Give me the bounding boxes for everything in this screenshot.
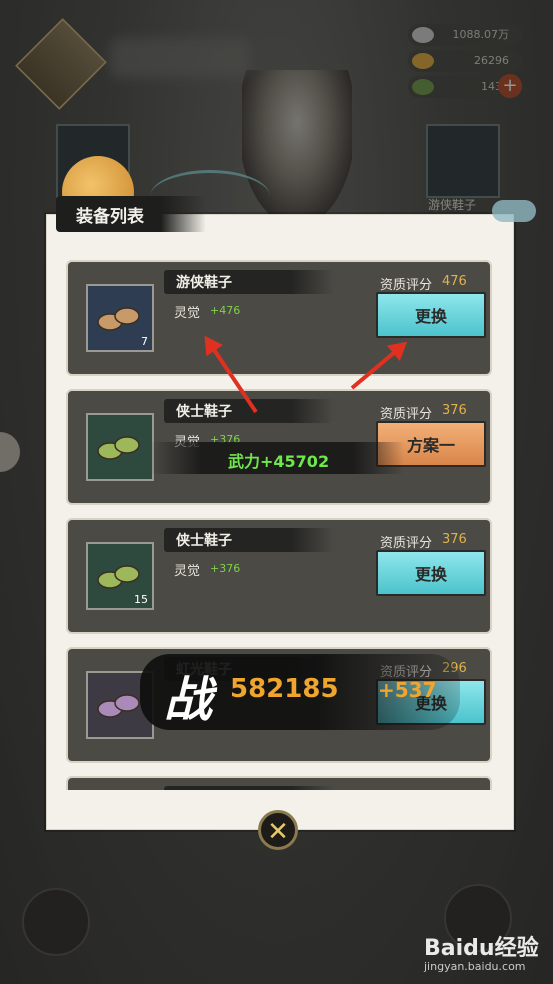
- item-name: 虹光鞋子: [176, 788, 232, 790]
- power-toast: 武力+45702: [150, 442, 404, 474]
- watermark-url: jingyan.baidu.com: [424, 960, 526, 973]
- watermark-logo: Baidu经验: [424, 936, 539, 961]
- item-count: 7: [141, 335, 148, 348]
- item-score: 376: [442, 532, 467, 547]
- item-name: 游侠鞋子: [176, 275, 232, 291]
- item-icon-frame[interactable]: 7: [86, 284, 154, 352]
- item-icon-frame[interactable]: [86, 413, 154, 481]
- equipment-card[interactable]: 虹光鞋子 资质评分 296: [66, 776, 492, 790]
- battle-power-value: 582185: [230, 674, 339, 704]
- dialog-title: 装备列表: [76, 207, 144, 227]
- score-label: 资质评分: [380, 536, 433, 551]
- equipment-card[interactable]: 侠士鞋子 资质评分 376 15 灵觉 +376 更换: [66, 518, 492, 634]
- item-score: 376: [442, 403, 467, 418]
- action-button[interactable]: 更换: [376, 292, 486, 338]
- item-score: 476: [442, 274, 467, 289]
- item-name: 侠士鞋子: [176, 533, 232, 549]
- attr-label: 灵觉: [174, 564, 201, 579]
- cloud-decoration: [492, 200, 536, 222]
- shoe-icon: [97, 307, 140, 331]
- battle-power-delta: +537: [378, 678, 437, 702]
- score-label: 资质评分: [380, 407, 433, 422]
- attr-bonus: +476: [210, 304, 241, 317]
- action-button[interactable]: 更换: [376, 550, 486, 596]
- close-button[interactable]: ✕: [258, 810, 298, 850]
- attr-bonus: +376: [210, 562, 241, 575]
- equipment-card[interactable]: 游侠鞋子 资质评分 476 7 灵觉 +476 更换: [66, 260, 492, 376]
- shoe-icon: [97, 694, 140, 718]
- battle-power-popup: 战 582185 +537: [140, 654, 460, 730]
- attr-label: 灵觉: [174, 306, 201, 321]
- score-label: 资质评分: [380, 278, 433, 293]
- shoe-icon: [97, 436, 140, 460]
- power-toast-text: 武力+45702: [228, 452, 330, 471]
- item-name: 侠士鞋子: [176, 404, 232, 420]
- item-count: 15: [134, 593, 148, 606]
- shoe-icon: [97, 565, 140, 589]
- battle-char: 战: [164, 672, 213, 728]
- item-icon-frame[interactable]: 15: [86, 542, 154, 610]
